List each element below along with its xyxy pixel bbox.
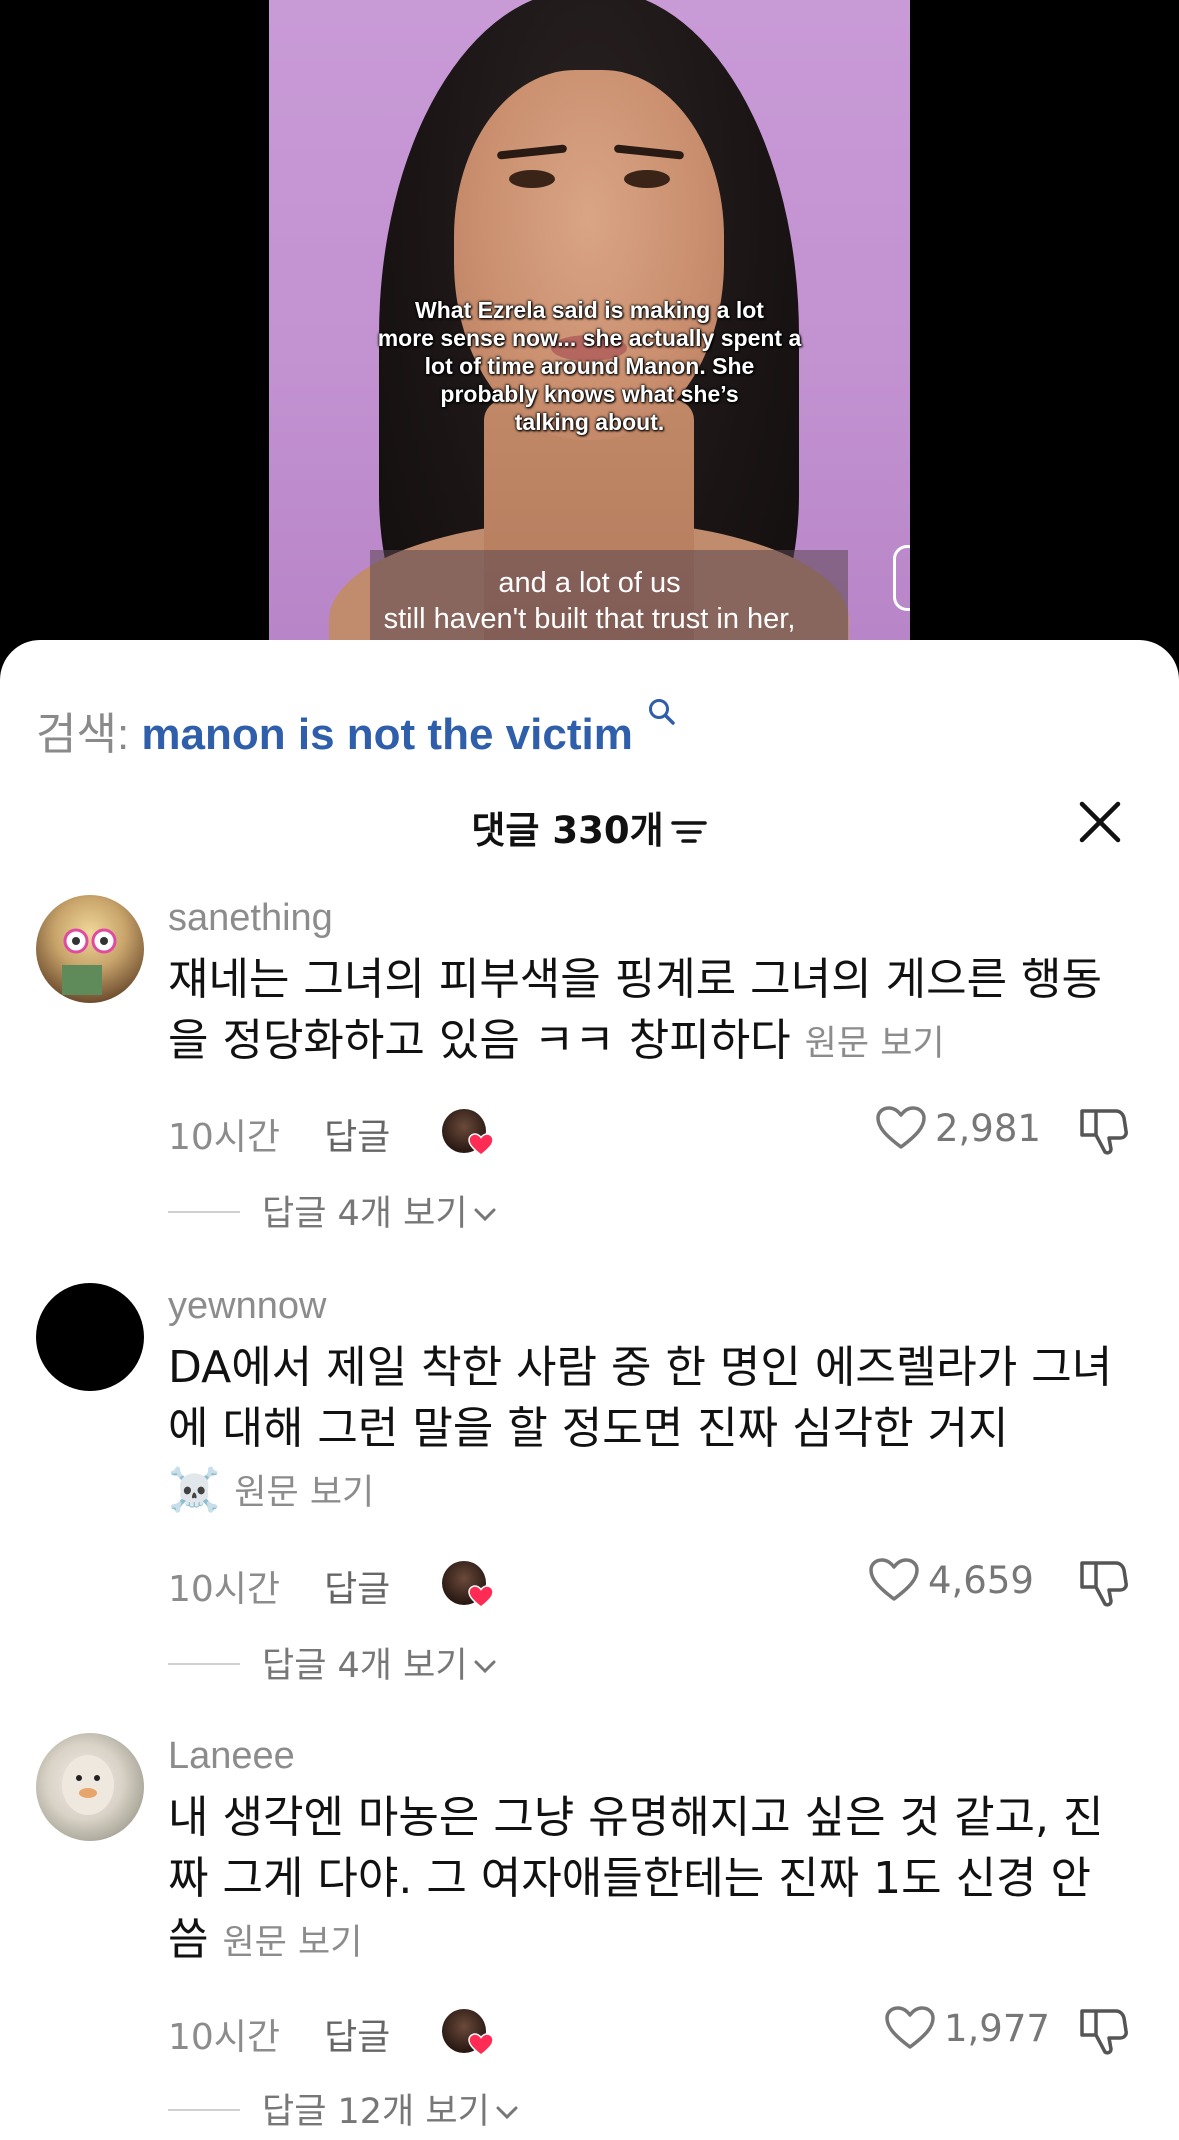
comment-text: 쟤네는 그녀의 피부색을 핑계로 그녀의 게으른 행동을 정당화하고 있음 ㅋㅋ… xyxy=(168,949,1128,1075)
see-original-link[interactable]: 원문 보기 xyxy=(222,1923,362,1963)
comments-header: 댓글 330개 xyxy=(0,800,1179,854)
comment-meta: 10시간 답글 xyxy=(168,2008,390,2060)
avatar[interactable] xyxy=(36,895,144,1003)
side-panel-handle[interactable] xyxy=(893,545,910,611)
see-original-link[interactable]: 원문 보기 xyxy=(805,1024,945,1064)
divider-line xyxy=(168,1211,240,1213)
search-term-link[interactable]: manon is not the victim xyxy=(141,710,632,759)
comment-username[interactable]: yewnnow xyxy=(168,1285,326,1328)
comment-username[interactable]: Laneee xyxy=(168,1735,295,1778)
sort-icon[interactable] xyxy=(670,811,708,843)
skull-emoji: ☠️ xyxy=(168,1465,221,1514)
search-icon xyxy=(647,688,677,725)
like-count: 2,981 xyxy=(935,1107,1041,1150)
dislike-icon[interactable] xyxy=(1078,1105,1128,1157)
view-replies-label: 답글 4개 보기 xyxy=(262,1194,468,1234)
divider-line xyxy=(168,2109,240,2111)
video-caption: and a lot of us still haven't built that… xyxy=(383,567,796,635)
comment-body: 쟤네는 그녀의 피부색을 핑계로 그녀의 게으른 행동을 정당화하고 있음 ㅋㅋ… xyxy=(168,954,1102,1066)
comment-text: DA에서 제일 착한 사람 중 한 명인 에즈렐라가 그녀에 대해 그런 말을 … xyxy=(168,1337,1128,1524)
comment-text: 내 생각엔 마농은 그냥 유명해지고 싶은 것 같고, 진짜 그게 다야. 그 … xyxy=(168,1787,1128,1974)
see-original-link[interactable]: 원문 보기 xyxy=(234,1473,374,1513)
reply-button[interactable]: 답글 xyxy=(324,2017,390,2058)
like-button[interactable]: 1,977 xyxy=(884,2005,1050,2051)
comment-meta: 10시간 답글 xyxy=(168,1108,390,1160)
like-count: 1,977 xyxy=(944,2007,1050,2050)
avatar[interactable] xyxy=(36,1283,144,1391)
comment-body: DA에서 제일 착한 사람 중 한 명인 에즈렐라가 그녀에 대해 그런 말을 … xyxy=(168,1342,1113,1454)
view-replies-button[interactable]: 답글 4개 보기 xyxy=(168,1185,498,1236)
comment-time: 10시간 xyxy=(168,1117,281,1158)
like-button[interactable]: 4,659 xyxy=(868,1557,1034,1603)
view-replies-label: 답글 12개 보기 xyxy=(262,2092,490,2132)
chevron-down-icon xyxy=(472,1192,498,1222)
video-player[interactable]: What Ezrela said is making a lot more se… xyxy=(269,0,910,640)
video-frame-eye xyxy=(624,170,670,188)
comment-meta: 10시간 답글 xyxy=(168,1560,390,1612)
comment-time: 10시간 xyxy=(168,2017,281,2058)
like-button[interactable]: 2,981 xyxy=(875,1105,1041,1151)
avatar[interactable] xyxy=(36,1733,144,1841)
search-prefix: 검색: xyxy=(36,710,130,759)
heart-icon xyxy=(868,1557,920,1603)
view-replies-button[interactable]: 답글 4개 보기 xyxy=(168,1637,498,1688)
comments-sheet: 검색: manon is not the victim 댓글 330개 sane… xyxy=(0,640,1179,2140)
dislike-icon[interactable] xyxy=(1078,2005,1128,2057)
heart-icon xyxy=(875,1105,927,1151)
related-search[interactable]: 검색: manon is not the victim xyxy=(36,688,677,762)
comment-time: 10시간 xyxy=(168,1569,281,1610)
like-count: 4,659 xyxy=(928,1559,1034,1602)
view-replies-label: 답글 4개 보기 xyxy=(262,1646,468,1686)
heart-icon xyxy=(884,2005,936,2051)
dislike-icon[interactable] xyxy=(1078,1557,1128,1609)
comments-count-title: 댓글 330개 xyxy=(471,809,664,852)
chevron-down-icon xyxy=(472,1644,498,1674)
chevron-down-icon xyxy=(494,2090,520,2120)
comment-username[interactable]: sanething xyxy=(168,897,333,940)
video-overlay-text: What Ezrela said is making a lot more se… xyxy=(377,297,802,435)
creator-heart-icon xyxy=(468,1585,494,1608)
video-frame-eye xyxy=(509,170,555,188)
reply-button[interactable]: 답글 xyxy=(324,1117,390,1158)
reply-button[interactable]: 답글 xyxy=(324,1569,390,1610)
divider-line xyxy=(168,1663,240,1665)
creator-heart-icon xyxy=(468,2033,494,2056)
close-icon[interactable] xyxy=(1078,800,1122,844)
creator-heart-icon xyxy=(468,1133,494,1156)
view-replies-button[interactable]: 답글 12개 보기 xyxy=(168,2083,520,2134)
